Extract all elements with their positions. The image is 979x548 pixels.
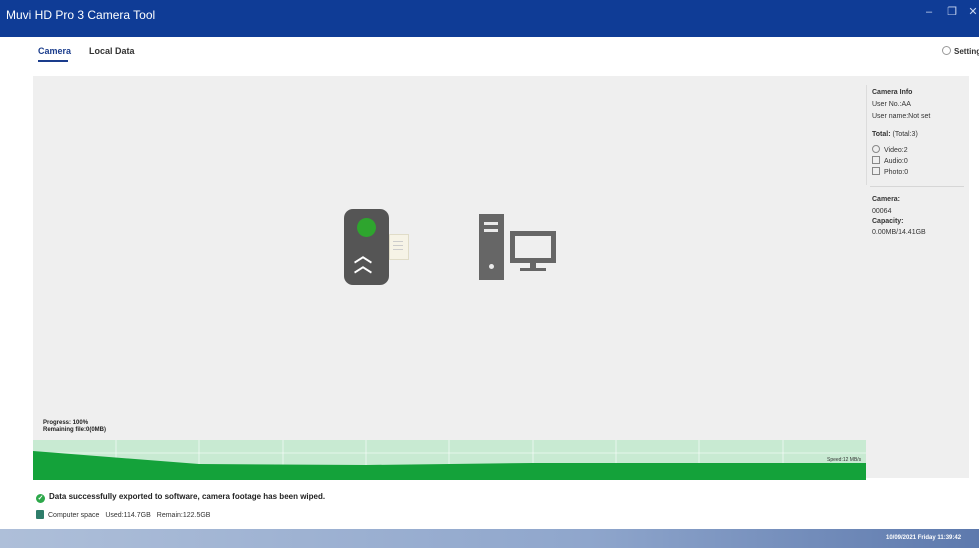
speed-chart bbox=[33, 440, 866, 480]
disk-icon bbox=[36, 510, 44, 519]
title-bar: Muvi HD Pro 3 Camera Tool – ❐ ✕ bbox=[0, 0, 979, 37]
total-label: Total: bbox=[872, 131, 891, 138]
close-button[interactable]: ✕ bbox=[962, 4, 979, 20]
camera-label: Camera: bbox=[872, 196, 901, 203]
status-led bbox=[357, 218, 376, 237]
computer-space: Computer space Used:114.7GB Remain:122.5GB bbox=[36, 510, 210, 519]
active-tab-indicator bbox=[38, 60, 68, 62]
datetime: 10/09/2021 Friday 11:39:42 bbox=[886, 535, 962, 541]
photo-icon bbox=[872, 167, 880, 175]
remaining-files: Remaining file:0(0MB) bbox=[43, 427, 107, 433]
transfer-panel bbox=[33, 76, 866, 478]
speed-label: Speed:12 MB/s bbox=[827, 457, 862, 463]
video-count: Video:2 bbox=[872, 145, 908, 154]
check-circle-icon: ✓ bbox=[36, 494, 45, 503]
capacity-label: Capacity: bbox=[872, 218, 904, 225]
gear-icon bbox=[942, 46, 951, 55]
status-bar: 10/09/2021 Friday 11:39:42 bbox=[0, 529, 979, 548]
body-camera-icon: ︿ ︿ bbox=[344, 209, 389, 285]
camera-id: 00064 bbox=[872, 208, 892, 215]
drive-slot bbox=[484, 229, 498, 232]
capacity-value: 0.00MB/14.41GB bbox=[872, 229, 926, 236]
chevron-up-icon: ︿ bbox=[354, 256, 372, 276]
window-title: Muvi HD Pro 3 Camera Tool bbox=[6, 8, 156, 22]
status-message: ✓ Data successfully exported to software,… bbox=[36, 492, 325, 503]
audio-count: Audio:0 bbox=[872, 156, 908, 165]
audio-count-label: Audio:0 bbox=[884, 158, 908, 165]
total-count: Total: (Total:3) bbox=[872, 131, 918, 138]
tab-local-data[interactable]: Local Data bbox=[89, 46, 135, 56]
minimize-button[interactable]: – bbox=[918, 4, 940, 20]
settings-button[interactable]: Setting bbox=[942, 46, 979, 56]
status-text: Data successfully exported to software, … bbox=[49, 492, 326, 501]
video-count-label: Video:2 bbox=[884, 147, 908, 154]
user-no: User No.:AA bbox=[872, 101, 911, 108]
monitor-icon bbox=[510, 231, 556, 263]
power-button-icon bbox=[489, 264, 494, 269]
info-divider bbox=[870, 186, 964, 187]
computer-space-label: Computer space bbox=[48, 512, 100, 519]
total-value: (Total:3) bbox=[892, 131, 918, 138]
user-name: User name:Not set bbox=[872, 113, 931, 120]
maximize-button[interactable]: ❐ bbox=[941, 4, 963, 20]
photo-count: Photo:0 bbox=[872, 167, 908, 176]
progress-label: Progress: 100% bbox=[43, 420, 89, 426]
monitor-base bbox=[520, 268, 546, 271]
audio-icon bbox=[872, 156, 880, 164]
video-icon bbox=[872, 145, 880, 153]
drive-slot bbox=[484, 222, 498, 225]
space-used: Used:114.7GB bbox=[105, 512, 151, 519]
space-remain: Remain:122.5GB bbox=[156, 512, 211, 519]
sidebar-divider bbox=[866, 85, 867, 185]
settings-label: Setting bbox=[954, 47, 979, 56]
monitor-screen bbox=[515, 236, 551, 258]
computer-tower-icon bbox=[479, 214, 504, 280]
file-icon bbox=[389, 234, 409, 260]
camera-info-heading: Camera Info bbox=[872, 89, 913, 96]
tab-camera[interactable]: Camera bbox=[38, 46, 71, 56]
photo-count-label: Photo:0 bbox=[884, 169, 909, 176]
